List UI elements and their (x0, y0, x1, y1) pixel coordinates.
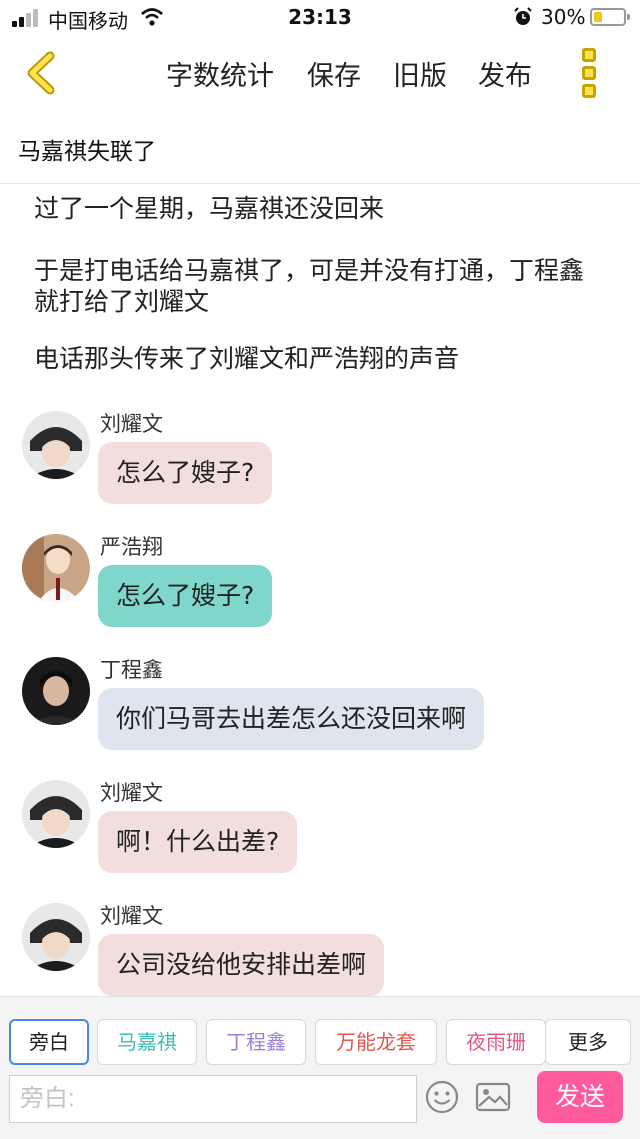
story-content[interactable]: 过了一个星期，马嘉祺还没回来 于是打电话给马嘉祺了，可是并没有打通，丁程鑫就打给… (0, 184, 640, 996)
chat-message[interactable]: 丁程鑫 你们马哥去出差怎么还没回来啊 (0, 654, 640, 764)
chip-more[interactable]: 更多 (545, 1019, 631, 1065)
emoji-icon[interactable] (424, 1079, 460, 1115)
input-bar: 发送 (0, 1068, 640, 1139)
avatar[interactable] (22, 780, 90, 848)
character-selector: 旁白 马嘉祺 丁程鑫 万能龙套 夜雨珊 更多 (0, 996, 640, 1068)
avatar[interactable] (22, 534, 90, 602)
sender-name: 丁程鑫 (100, 658, 163, 682)
back-arrow-icon[interactable] (20, 48, 70, 98)
save-button[interactable]: 保存 (307, 54, 361, 93)
old-version-button[interactable]: 旧版 (393, 54, 447, 93)
send-button[interactable]: 发送 (537, 1071, 623, 1123)
story-title-bar: 马嘉祺失联了 (0, 112, 640, 184)
sender-name: 严浩翔 (100, 535, 163, 559)
avatar[interactable] (22, 903, 90, 971)
sender-name: 刘耀文 (100, 781, 163, 805)
chat-message[interactable]: 刘耀文 怎么了嫂子? (0, 408, 640, 518)
chat-message[interactable]: 刘耀文 公司没给他安排出差啊 (0, 900, 640, 996)
chip-character[interactable]: 夜雨珊 (446, 1019, 546, 1065)
chip-character[interactable]: 马嘉祺 (97, 1019, 197, 1065)
publish-button[interactable]: 发布 (478, 54, 532, 93)
narration-text: 过了一个星期，马嘉祺还没回来 (34, 194, 385, 223)
status-bar: 中国移动 23:13 30% (0, 0, 640, 36)
chip-character[interactable]: 万能龙套 (315, 1019, 437, 1065)
message-bubble[interactable]: 你们马哥去出差怎么还没回来啊 (98, 688, 485, 750)
more-menu-icon[interactable] (572, 46, 606, 102)
narration-text: 电话那头传来了刘耀文和严浩翔的声音 (34, 344, 460, 373)
message-input[interactable] (9, 1075, 417, 1123)
chat-message[interactable]: 刘耀文 啊！什么出差? (0, 777, 640, 887)
word-count-button[interactable]: 字数统计 (166, 54, 274, 93)
chat-message[interactable]: 严浩翔 怎么了嫂子? (0, 531, 640, 641)
narration-text: 于是打电话给马嘉祺了，可是并没有打通，丁程鑫就打给了刘耀文 (34, 256, 585, 316)
message-bubble[interactable]: 怎么了嫂子? (98, 442, 273, 504)
alarm-icon (514, 7, 532, 25)
message-bubble[interactable]: 怎么了嫂子? (98, 565, 273, 627)
battery-percent: 30% (541, 5, 586, 29)
avatar[interactable] (22, 411, 90, 479)
message-bubble[interactable]: 啊！什么出差? (98, 811, 298, 873)
sender-name: 刘耀文 (100, 412, 163, 436)
battery-icon (590, 8, 630, 26)
avatar[interactable] (22, 657, 90, 725)
sender-name: 刘耀文 (100, 904, 163, 928)
story-title[interactable]: 马嘉祺失联了 (18, 132, 156, 166)
message-bubble[interactable]: 公司没给他安排出差啊 (98, 934, 385, 996)
image-icon[interactable] (475, 1081, 511, 1113)
top-toolbar: 字数统计 保存 旧版 发布 (0, 36, 640, 112)
chip-character[interactable]: 丁程鑫 (206, 1019, 306, 1065)
chip-narrator[interactable]: 旁白 (9, 1019, 89, 1065)
